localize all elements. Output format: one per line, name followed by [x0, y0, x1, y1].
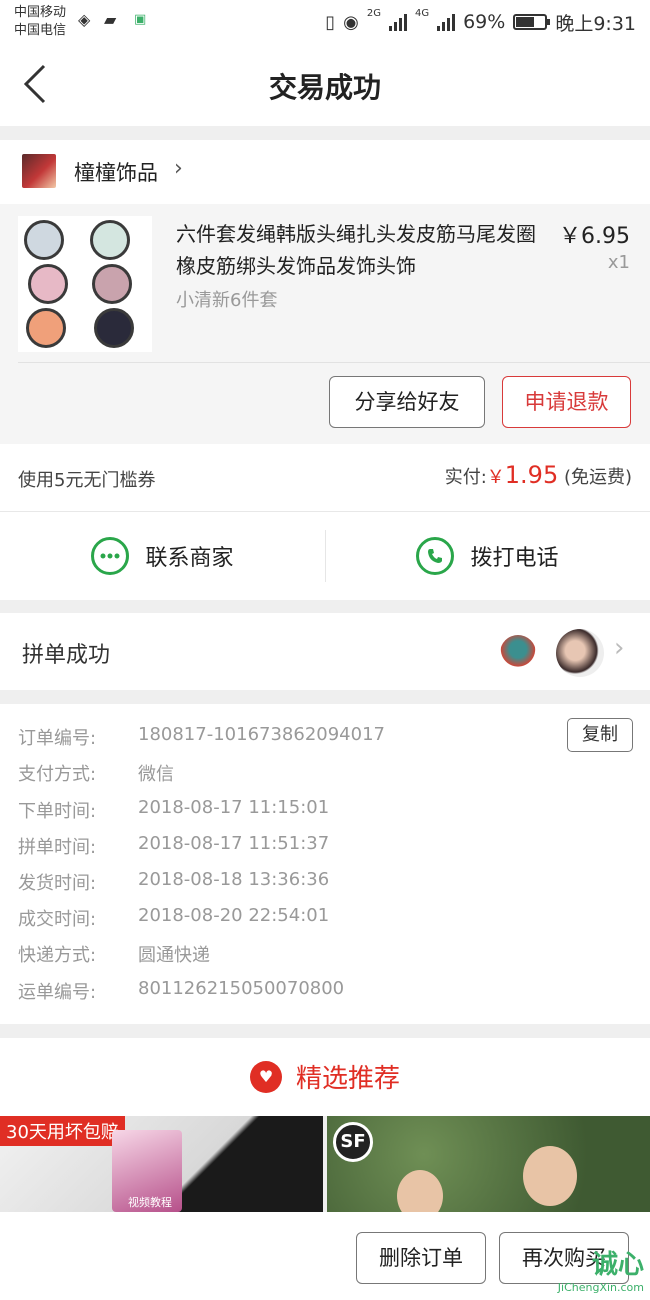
copy-button[interactable]: 复制: [567, 718, 633, 752]
battery-icon: [513, 14, 551, 30]
detail-row: 下单时间: 2018-08-17 11:15:01: [18, 797, 329, 833]
carrier-1: 中国移动: [14, 5, 67, 20]
phone-icon: [416, 537, 455, 575]
product-image: [523, 1146, 577, 1206]
vibrate-icon: ▯: [325, 11, 336, 33]
product-image-caption: 视频教程: [128, 1196, 172, 1209]
detail-value: 微信: [138, 764, 174, 785]
coupon-text: 使用5元无门槛券: [18, 470, 156, 491]
bottom-bar: 删除订单 再次购买 诚心 JiChengXin.com: [0, 1212, 650, 1300]
recommend-header: ♥ 精选推荐: [0, 1038, 650, 1116]
contact-row: 联系商家 拨打电话: [0, 512, 650, 600]
detail-row: 支付方式: 微信: [18, 760, 174, 796]
product-title: 六件套发绳韩版头绳扎头发皮筋马尾发圈橡皮筋绑头发饰品发饰头饰: [176, 222, 536, 278]
paid-label: 实付:: [444, 467, 487, 488]
detail-value: 2018-08-17 11:15:01: [138, 797, 330, 818]
call-button[interactable]: 拨打电话: [325, 512, 650, 600]
detail-label: 订单编号:: [18, 728, 97, 749]
detail-label: 运单编号:: [18, 982, 97, 1003]
call-label: 拨打电话: [470, 546, 559, 571]
detail-label: 下单时间:: [18, 801, 97, 822]
chat-icon: [91, 537, 130, 575]
refund-button[interactable]: 申请退款: [502, 376, 631, 428]
watermark-sub: JiChengXin.com: [557, 1281, 644, 1294]
detail-value: 801126215050070800: [138, 978, 345, 999]
signal-type-2: 4G: [414, 8, 430, 19]
shop-row[interactable]: 橦橦饰品 ›: [0, 140, 650, 204]
delete-order-button[interactable]: 删除订单: [356, 1232, 486, 1284]
status-right: ▯ ◉ 2G 4G 69% 晚上9:31: [325, 8, 636, 36]
product-card[interactable]: 六件套发绳韩版头绳扎头发皮筋马尾发圈橡皮筋绑头发饰品发饰头饰 小清新6件套 ￥6…: [0, 204, 650, 444]
detail-value: 2018-08-20 22:54:01: [138, 905, 330, 926]
promo-badge: 30天用坏包赔: [0, 1116, 125, 1146]
contact-merchant-label: 联系商家: [145, 546, 234, 571]
watermark: 诚心 JiChengXin.com: [558, 1244, 644, 1294]
page-title: 交易成功: [268, 71, 381, 104]
paid-amount: 实付:￥1.95 (免运费): [445, 461, 632, 489]
sf-logo-icon: SF: [333, 1122, 373, 1162]
recommend-title-wrap: ♥ 精选推荐: [0, 1058, 650, 1095]
group-row[interactable]: 拼单成功 ›: [0, 613, 650, 690]
chevron-right-icon: ›: [614, 633, 625, 663]
avatar: [500, 635, 536, 671]
group-title: 拼单成功: [22, 643, 111, 668]
detail-label: 发货时间:: [18, 873, 97, 894]
activity-icon: ▰: [104, 10, 117, 29]
detail-label: 拼单时间:: [18, 837, 97, 858]
detail-row: 快递方式: 圆通快递: [18, 941, 210, 977]
shipping-note: (免运费): [563, 467, 632, 488]
battery-percent: 69%: [463, 11, 506, 33]
battery-fill: [516, 17, 535, 27]
watermark-main: 诚心: [591, 1250, 644, 1280]
chevron-right-icon: ›: [174, 156, 183, 181]
app-notify-icon: ▣: [134, 12, 147, 27]
contact-merchant-button[interactable]: 联系商家: [0, 512, 325, 600]
detail-value: 圆通快递: [138, 945, 210, 966]
product-sku: 小清新6件套: [176, 290, 278, 311]
shop-avatar: [22, 154, 56, 188]
product-image: [397, 1170, 443, 1212]
product-image: [18, 216, 152, 352]
detail-label: 支付方式:: [18, 764, 97, 785]
layers-icon: ◈: [78, 10, 91, 29]
recommend-title: 精选推荐: [295, 1064, 400, 1094]
detail-row: 发货时间: 2018-08-18 13:36:36: [18, 869, 329, 905]
order-details: 复制 订单编号: 180817-101673862094017 支付方式: 微信…: [0, 704, 650, 1024]
detail-label: 快递方式:: [18, 945, 97, 966]
status-bar: 中国移动 中国电信 ◈ ▰ ▣ ▯ ◉ 2G 4G 69% 晚上9:31: [0, 0, 650, 44]
paid-currency: ￥: [486, 467, 505, 488]
detail-row: 拼单时间: 2018-08-17 11:51:37: [18, 833, 329, 869]
carrier-info: 中国移动 中国电信: [14, 4, 66, 40]
share-button[interactable]: 分享给好友: [329, 376, 485, 428]
divider: [18, 362, 650, 363]
detail-value: 2018-08-18 13:36:36: [138, 869, 330, 890]
detail-value: 2018-08-17 11:51:37: [138, 833, 330, 854]
heart-icon: ♥: [249, 1060, 282, 1093]
recommend-item[interactable]: SF: [327, 1116, 650, 1212]
detail-row: 订单编号: 180817-101673862094017: [18, 724, 385, 760]
detail-row: 成交时间: 2018-08-20 22:54:01: [18, 905, 329, 941]
recommend-item[interactable]: 30天用坏包赔 视频教程: [0, 1116, 323, 1212]
detail-label: 成交时间:: [18, 909, 97, 930]
avatar: [556, 629, 604, 677]
nav-bar: 交易成功: [0, 44, 650, 126]
signal-bars-2-icon: [437, 13, 456, 31]
carrier-2: 中国电信: [14, 23, 67, 38]
paid-value: 1.95: [504, 461, 559, 489]
shop-name: 橦橦饰品: [74, 161, 158, 185]
eye-icon: ◉: [343, 11, 359, 33]
signal-type-1: 2G: [366, 8, 381, 19]
detail-row: 运单编号: 801126215050070800: [18, 978, 344, 1014]
signal-bars-1-icon: [388, 13, 407, 31]
payment-row: 使用5元无门槛券 实付:￥1.95 (免运费): [0, 444, 650, 512]
product-price: ￥6.95: [559, 224, 630, 249]
clock: 晚上9:31: [555, 12, 636, 35]
detail-value: 180817-101673862094017: [138, 724, 385, 745]
product-quantity: x1: [607, 252, 630, 273]
